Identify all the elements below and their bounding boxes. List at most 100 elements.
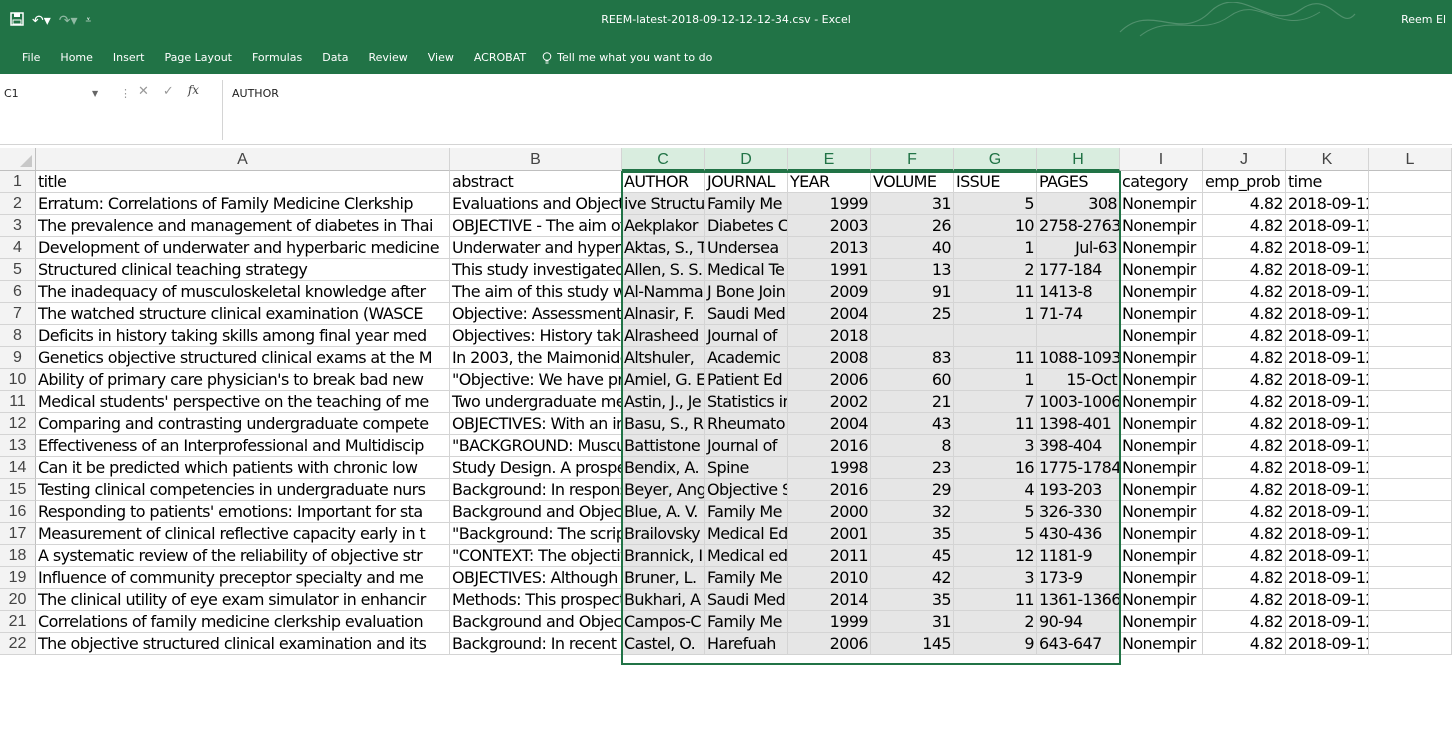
cell-h-6[interactable]: 1413-8 (1037, 281, 1120, 303)
cell-c-1[interactable]: AUTHOR (622, 171, 705, 193)
cell-a-4[interactable]: Development of underwater and hyperbaric… (36, 237, 450, 259)
cell-k-1[interactable]: time (1286, 171, 1369, 193)
cell-l-11[interactable] (1369, 391, 1452, 413)
cell-k-16[interactable]: 2018-09-12 @ 12:12 (1286, 501, 1369, 523)
cell-d-22[interactable]: Harefuah (705, 633, 788, 655)
formula-input[interactable]: AUTHOR (232, 87, 279, 100)
cell-h-1[interactable]: PAGES (1037, 171, 1120, 193)
cell-d-7[interactable]: Saudi Med (705, 303, 788, 325)
cell-c-14[interactable]: Bendix, A. (622, 457, 705, 479)
cell-d-15[interactable]: Objective S (705, 479, 788, 501)
cell-l-6[interactable] (1369, 281, 1452, 303)
cell-b-16[interactable]: Background and Objectives (450, 501, 622, 523)
cell-i-20[interactable]: Nonempir (1120, 589, 1203, 611)
cell-a-5[interactable]: Structured clinical teaching strategy (36, 259, 450, 281)
cell-j-9[interactable]: 4.82 (1203, 347, 1286, 369)
cell-e-20[interactable]: 2014 (788, 589, 871, 611)
cell-d-11[interactable]: Statistics in (705, 391, 788, 413)
cell-c-9[interactable]: Altshuler, (622, 347, 705, 369)
cell-j-6[interactable]: 4.82 (1203, 281, 1286, 303)
cell-c-4[interactable]: Aktas, S., T (622, 237, 705, 259)
cell-g-19[interactable]: 3 (954, 567, 1037, 589)
cell-i-8[interactable]: Nonempir (1120, 325, 1203, 347)
cell-b-5[interactable]: This study investigated (450, 259, 622, 281)
cell-i-17[interactable]: Nonempir (1120, 523, 1203, 545)
cell-a-12[interactable]: Comparing and contrasting undergraduate … (36, 413, 450, 435)
cell-f-8[interactable] (871, 325, 954, 347)
cell-e-3[interactable]: 2003 (788, 215, 871, 237)
cell-j-21[interactable]: 4.82 (1203, 611, 1286, 633)
row-header[interactable]: 17 (0, 523, 36, 545)
cell-i-14[interactable]: Nonempir (1120, 457, 1203, 479)
tab-review[interactable]: Review (358, 48, 417, 68)
cell-i-22[interactable]: Nonempir (1120, 633, 1203, 655)
user-name[interactable]: Reem El (1401, 13, 1446, 26)
cell-f-20[interactable]: 35 (871, 589, 954, 611)
column-header-d[interactable]: D (705, 148, 788, 171)
cell-g-3[interactable]: 10 (954, 215, 1037, 237)
row-header[interactable]: 16 (0, 501, 36, 523)
row-header[interactable]: 11 (0, 391, 36, 413)
cell-c-21[interactable]: Campos-C (622, 611, 705, 633)
cell-h-5[interactable]: 177-184 (1037, 259, 1120, 281)
row-header[interactable]: 14 (0, 457, 36, 479)
column-header-e[interactable]: E (788, 148, 871, 171)
cell-c-3[interactable]: Aekplakor (622, 215, 705, 237)
cell-e-10[interactable]: 2006 (788, 369, 871, 391)
cell-e-5[interactable]: 1991 (788, 259, 871, 281)
cell-f-6[interactable]: 91 (871, 281, 954, 303)
cell-i-1[interactable]: category (1120, 171, 1203, 193)
cell-k-2[interactable]: 2018-09-12 @ 12:12 (1286, 193, 1369, 215)
cell-a-3[interactable]: The prevalence and management of diabete… (36, 215, 450, 237)
row-header[interactable]: 10 (0, 369, 36, 391)
cell-e-19[interactable]: 2010 (788, 567, 871, 589)
cell-c-6[interactable]: Al-Namma (622, 281, 705, 303)
cell-h-3[interactable]: 2758-2763 (1037, 215, 1120, 237)
cell-g-20[interactable]: 11 (954, 589, 1037, 611)
cell-i-9[interactable]: Nonempir (1120, 347, 1203, 369)
cell-d-9[interactable]: Academic (705, 347, 788, 369)
cell-b-12[interactable]: OBJECTIVES: With an increasing (450, 413, 622, 435)
cell-k-5[interactable]: 2018-09-12 @ 12:12 (1286, 259, 1369, 281)
cell-c-8[interactable]: Alrasheed (622, 325, 705, 347)
cell-j-2[interactable]: 4.82 (1203, 193, 1286, 215)
cell-e-16[interactable]: 2000 (788, 501, 871, 523)
cell-l-12[interactable] (1369, 413, 1452, 435)
cell-d-17[interactable]: Medical Ed (705, 523, 788, 545)
cell-k-17[interactable]: 2018-09-12 @ 12:12 (1286, 523, 1369, 545)
cell-f-19[interactable]: 42 (871, 567, 954, 589)
cell-j-8[interactable]: 4.82 (1203, 325, 1286, 347)
cell-h-15[interactable]: 193-203 (1037, 479, 1120, 501)
cell-d-12[interactable]: Rheumato (705, 413, 788, 435)
cell-j-20[interactable]: 4.82 (1203, 589, 1286, 611)
column-header-c[interactable]: C (622, 148, 705, 171)
cell-l-3[interactable] (1369, 215, 1452, 237)
cell-h-11[interactable]: 1003-1006 (1037, 391, 1120, 413)
tab-file[interactable]: File (12, 48, 50, 68)
cell-d-1[interactable]: JOURNAL (705, 171, 788, 193)
cell-e-22[interactable]: 2006 (788, 633, 871, 655)
cell-a-1[interactable]: title (36, 171, 450, 193)
cell-a-17[interactable]: Measurement of clinical reflective capac… (36, 523, 450, 545)
cell-g-10[interactable]: 1 (954, 369, 1037, 391)
cell-i-3[interactable]: Nonempir (1120, 215, 1203, 237)
cell-f-1[interactable]: VOLUME (871, 171, 954, 193)
cell-h-7[interactable]: 71-74 (1037, 303, 1120, 325)
tab-acrobat[interactable]: ACROBAT (464, 48, 536, 68)
row-header[interactable]: 20 (0, 589, 36, 611)
cell-f-17[interactable]: 35 (871, 523, 954, 545)
cell-l-1[interactable] (1369, 171, 1452, 193)
cell-e-18[interactable]: 2011 (788, 545, 871, 567)
cell-g-8[interactable] (954, 325, 1037, 347)
cell-i-5[interactable]: Nonempir (1120, 259, 1203, 281)
cell-j-7[interactable]: 4.82 (1203, 303, 1286, 325)
cell-d-16[interactable]: Family Me (705, 501, 788, 523)
cell-c-2[interactable]: ive Structu (622, 193, 705, 215)
column-header-b[interactable]: B (450, 148, 622, 171)
cell-d-18[interactable]: Medical ed (705, 545, 788, 567)
cell-i-11[interactable]: Nonempir (1120, 391, 1203, 413)
cell-e-13[interactable]: 2016 (788, 435, 871, 457)
cell-a-15[interactable]: Testing clinical competencies in undergr… (36, 479, 450, 501)
select-all-button[interactable] (0, 148, 36, 171)
cell-l-8[interactable] (1369, 325, 1452, 347)
